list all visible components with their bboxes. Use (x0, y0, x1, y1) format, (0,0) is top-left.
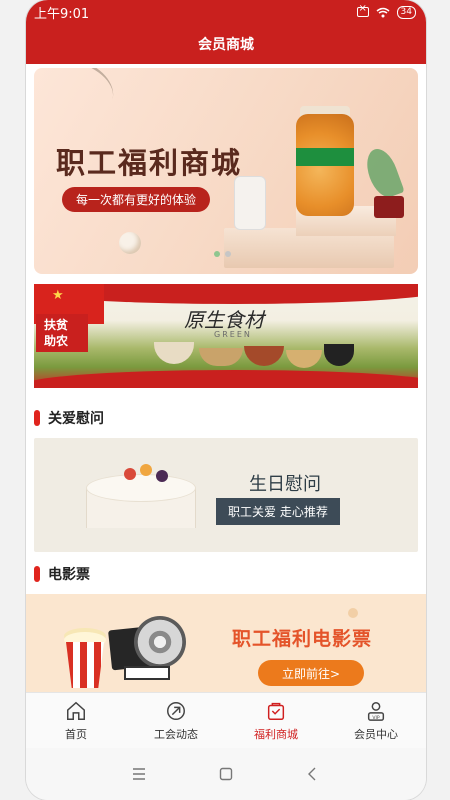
movie-title: 职工福利电影票 (232, 628, 373, 650)
tab-member-center[interactable]: VIP 会员中心 (326, 693, 426, 748)
carousel-indicator (214, 251, 231, 257)
farm-title: 原生食材 (184, 308, 264, 332)
cake-top (86, 474, 196, 502)
supplement-jar-label (296, 148, 354, 166)
blueberry-decoration (156, 470, 168, 482)
no-sim-icon (356, 3, 369, 17)
cake-image (86, 464, 196, 540)
ball-decoration (119, 232, 141, 254)
tab-label: 工会动态 (154, 727, 198, 741)
film-reel-image (134, 616, 186, 668)
strawberry-decoration (124, 468, 136, 480)
hero-subtitle: 每一次都有更好的体验 (62, 187, 211, 212)
tag-line-2: 助农 (44, 334, 69, 348)
tab-union-news[interactable]: 工会动态 (126, 693, 226, 748)
tab-home[interactable]: 首页 (26, 693, 126, 748)
status-bar: 上午9:01 34 (26, 0, 426, 24)
tab-welfare-mall[interactable]: 福利商城 (226, 693, 326, 748)
vip-user-icon: VIP (367, 701, 385, 721)
cream-jar-image (374, 196, 404, 218)
section-movie-title: 电影票 (48, 567, 90, 583)
home-icon (67, 701, 85, 720)
popcorn-bucket-image (66, 642, 104, 688)
phone-screen: 上午9:01 34 会员商城 职工福利商城 每一次 (26, 0, 426, 800)
shopping-bag-icon (267, 702, 285, 720)
farm-green-label: GREEN (214, 330, 252, 339)
menu-icon[interactable] (131, 766, 147, 782)
soybean-bowl-image (286, 350, 322, 368)
tag-line-1: 扶贫 (44, 318, 69, 332)
wifi-icon (376, 7, 390, 17)
bottom-tab-bar: 首页 工会动态 福利商城 VIP 会员中心 (26, 692, 426, 748)
back-icon[interactable] (305, 766, 321, 782)
poverty-relief-tag: 扶贫 助农 (36, 314, 88, 352)
plant-leaf-decoration (361, 144, 405, 202)
grain-sack-image (154, 342, 194, 364)
circle-decoration (348, 608, 358, 618)
red-bean-bowl-image (244, 346, 284, 366)
news-icon (167, 701, 185, 720)
tab-label: 会员中心 (354, 727, 398, 741)
section-marker (34, 410, 40, 426)
physalis-decoration (140, 464, 152, 476)
tab-label: 首页 (65, 727, 87, 741)
carousel-dot (225, 251, 231, 257)
movie-ticket-card[interactable]: 职工福利电影票 立即前往> (26, 594, 426, 692)
black-bean-bowl-image (324, 344, 354, 366)
birthday-subtitle: 职工关爱 走心推荐 (216, 498, 340, 525)
tab-label: 福利商城 (254, 727, 298, 741)
hero-banner[interactable]: 职工福利商城 每一次都有更好的体验 (34, 68, 418, 274)
app-header: 会员商城 (26, 24, 426, 64)
section-marker (34, 566, 40, 582)
system-navigation-bar (26, 748, 426, 800)
main-content[interactable]: 职工福利商城 每一次都有更好的体验 ★ 扶贫 助农 原生食材 GREEN 关爱慰… (26, 64, 426, 692)
3d-glasses-image (124, 666, 170, 680)
hero-title: 职工福利商城 (56, 146, 243, 180)
svg-text:VIP: VIP (372, 714, 379, 720)
star-icon: ★ (52, 288, 64, 303)
birthday-greeting-card[interactable]: 生日慰问 职工关爱 走心推荐 (34, 438, 418, 552)
red-ribbon-bottom (34, 370, 418, 388)
carousel-dot-active (214, 251, 220, 257)
palm-leaf-decoration (34, 68, 121, 129)
birthday-title: 生日慰问 (249, 474, 321, 495)
section-care-header: 关爱慰问 (34, 408, 104, 428)
section-care-title: 关爱慰问 (48, 411, 104, 427)
grain-bowl-image (199, 348, 243, 366)
page-title: 会员商城 (198, 37, 254, 53)
status-icons: 34 (356, 3, 416, 19)
section-movie-header: 电影票 (34, 564, 90, 584)
battery-icon: 34 (396, 5, 416, 19)
home-square-icon[interactable] (218, 766, 234, 782)
go-now-button[interactable]: 立即前往> (258, 660, 364, 686)
poverty-relief-banner[interactable]: ★ 扶贫 助农 原生食材 GREEN (34, 284, 418, 388)
status-time: 上午9:01 (34, 6, 90, 22)
detergent-bottle-image (234, 176, 266, 230)
